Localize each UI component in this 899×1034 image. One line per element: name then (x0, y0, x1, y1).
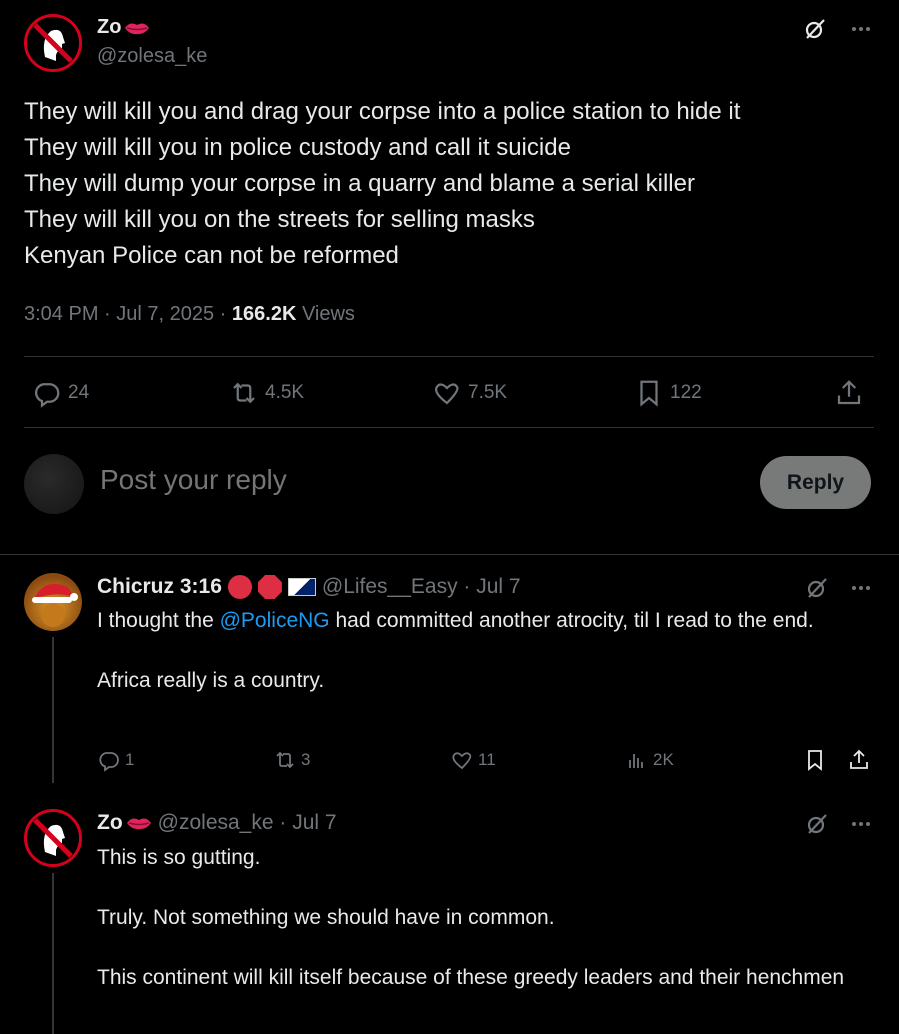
bookmark-button[interactable]: 122 (634, 372, 702, 414)
reply-top-actions (804, 811, 874, 837)
avatar[interactable] (24, 14, 82, 72)
grok-icon[interactable] (802, 16, 828, 42)
stop-sign-icon (257, 575, 282, 599)
reply-input[interactable] (100, 464, 700, 496)
like-count: 11 (478, 750, 496, 769)
reply-count: 24 (68, 382, 90, 403)
share-icon (837, 380, 861, 405)
bookmark-count: 122 (670, 382, 702, 403)
reply-icon (99, 752, 119, 772)
analytics-icon (629, 754, 643, 768)
avatar[interactable] (24, 809, 82, 867)
display-name-text: Zo (97, 16, 122, 38)
views-label: Views (296, 303, 355, 325)
avatar[interactable] (24, 573, 82, 631)
views-button[interactable]: 2K (625, 745, 674, 775)
handle-date[interactable]: @zolesa_ke · Jul 7 (158, 811, 337, 835)
repost-icon (276, 751, 294, 769)
tweet-text: They will kill you and drag your corpse … (24, 98, 741, 269)
divider (24, 356, 874, 357)
lips-emoji-icon (125, 23, 150, 34)
timestamp[interactable]: 3:04 PM · Jul 7, 2025 · (24, 303, 232, 325)
more-icon[interactable] (848, 811, 874, 837)
reply-button[interactable]: 1 (97, 745, 134, 775)
flag-icon (287, 578, 316, 596)
divider (24, 427, 874, 428)
display-name-text: Chicruz 3:16 (97, 575, 222, 598)
more-icon[interactable] (848, 575, 874, 601)
reply-header: Chicruz 3:16 @Lifes__Easy · Jul 7 (97, 575, 521, 599)
profile-silhouette-icon (27, 17, 79, 69)
display-name[interactable]: Zo (97, 811, 152, 835)
red-circle-icon (227, 575, 252, 599)
avatar (24, 454, 84, 514)
reply-button[interactable]: 24 (32, 372, 89, 414)
like-button[interactable]: 11 (450, 745, 496, 775)
profile-silhouette-icon (27, 812, 79, 864)
lips-emoji-icon (126, 818, 151, 830)
bookmark-icon (640, 380, 658, 407)
like-button[interactable]: 7.5K (432, 372, 507, 414)
reply-header: Zo @zolesa_ke · Jul 7 (97, 811, 337, 835)
mention-link[interactable]: @PoliceNG (220, 609, 330, 632)
reply-text-part: I thought the (97, 609, 220, 632)
reply-tweet[interactable]: Zo @zolesa_ke · Jul 7 This is so gutting… (24, 809, 874, 1034)
share-button[interactable] (834, 372, 864, 414)
display-name-text: Zo (97, 811, 123, 834)
heart-icon (434, 383, 459, 405)
author-block: Zo @zolesa_ke (97, 16, 207, 68)
reply-actions: 1 3 11 2K (97, 745, 874, 775)
reply-top-actions (804, 575, 874, 601)
repost-button[interactable]: 3 (273, 745, 310, 775)
divider (0, 554, 899, 555)
bookmark-button[interactable] (803, 745, 827, 775)
tweet-top-actions (802, 16, 874, 42)
reply-text: I thought the @PoliceNG had committed an… (97, 606, 867, 696)
repost-count: 4.5K (265, 382, 305, 403)
repost-count: 3 (301, 750, 311, 769)
thread-line (52, 637, 54, 783)
tweet-meta: 3:04 PM · Jul 7, 2025 · 166.2K Views (24, 303, 355, 326)
views-count: 2K (653, 750, 674, 769)
display-name[interactable]: Zo (97, 16, 150, 39)
heart-icon (452, 752, 472, 770)
repost-icon (233, 382, 255, 404)
reply-icon (35, 383, 60, 408)
share-button[interactable] (847, 745, 871, 775)
handle[interactable]: @zolesa_ke (97, 45, 207, 68)
reply-tweet[interactable]: Chicruz 3:16 @Lifes__Easy · Jul 7 I thou… (24, 573, 874, 783)
more-icon[interactable] (848, 16, 874, 42)
main-tweet-actions: 24 4.5K 7.5K 122 (24, 372, 874, 414)
bookmark-icon (808, 750, 822, 771)
share-icon (850, 749, 868, 769)
display-name[interactable]: Chicruz 3:16 (97, 575, 222, 599)
grok-icon[interactable] (804, 575, 830, 601)
reply-count: 1 (125, 750, 135, 769)
views-count: 166.2K (231, 303, 297, 325)
repost-button[interactable]: 4.5K (229, 372, 304, 414)
handle-date[interactable]: @Lifes__Easy · Jul 7 (322, 575, 521, 599)
grok-icon[interactable] (804, 811, 830, 837)
like-count: 7.5K (468, 382, 508, 403)
reply-submit-button[interactable]: Reply (760, 456, 871, 509)
thread-line (52, 873, 54, 1034)
santa-hat-icon (32, 583, 78, 627)
reply-composer: Reply (24, 454, 874, 514)
reply-text: This is so gutting. Truly. Not something… (97, 846, 845, 989)
